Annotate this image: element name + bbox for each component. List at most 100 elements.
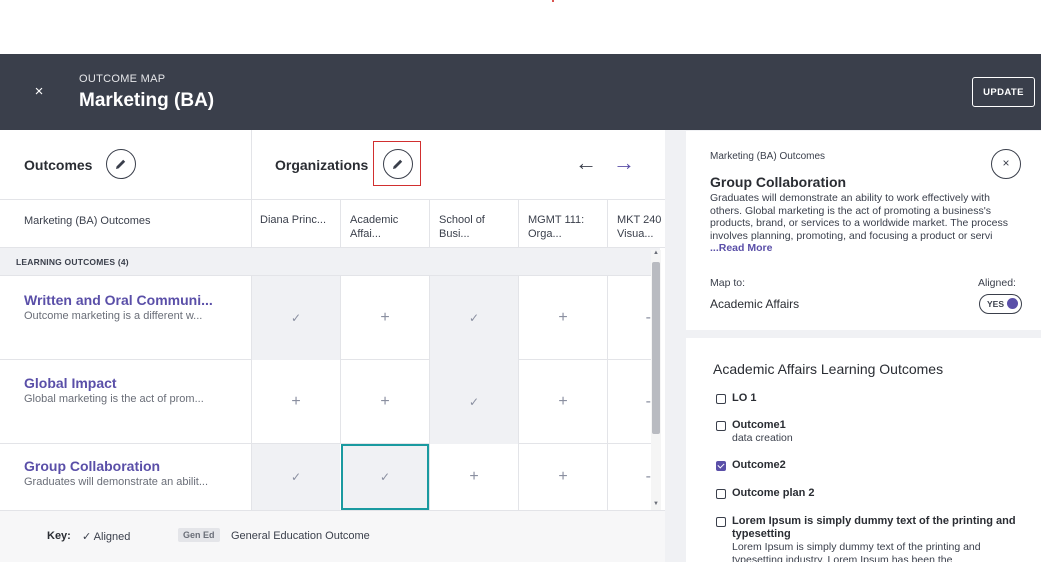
column-header-label: Diana Princ... [260, 214, 327, 226]
map-cell[interactable]: + [429, 444, 518, 510]
map-cell[interactable]: + [518, 276, 607, 360]
organizations-heading: Organizations [275, 157, 369, 173]
plus-icon: + [380, 309, 390, 326]
checkmark-icon: ✓ [290, 470, 302, 484]
key-aligned: ✓ Aligned [82, 531, 131, 543]
column-header-label: MKT 240 Visua... [617, 214, 662, 240]
close-icon[interactable]: × [30, 83, 48, 101]
column-header-org[interactable]: Diana Princ... [251, 200, 340, 248]
map-cell[interactable]: - [607, 444, 651, 510]
aligned-label: Aligned: [978, 277, 1016, 289]
checkbox[interactable] [716, 394, 726, 404]
scroll-up-icon[interactable]: ▲ [653, 250, 659, 256]
map-cell[interactable]: + [518, 360, 607, 444]
plus-icon: + [469, 468, 479, 485]
page-eyebrow: OUTCOME MAP [79, 73, 166, 85]
checkmark-icon: ✓ [379, 470, 391, 484]
scroll-down-icon[interactable]: ▼ [653, 501, 659, 507]
column-header-label: School of Busi... [439, 214, 485, 240]
outcomes-heading: Outcomes [24, 157, 93, 173]
map-cell[interactable]: + [518, 444, 607, 510]
column-header-org[interactable]: Academic Affai... [340, 200, 429, 248]
toggle-label: YES [987, 299, 1005, 309]
map-cell[interactable]: + [251, 360, 340, 444]
toggle-knob [1007, 298, 1018, 309]
section-header-learning-outcomes: LEARNING OUTCOMES (4) [0, 248, 660, 276]
map-cell[interactable]: ✓ [429, 360, 518, 444]
column-header-org[interactable]: School of Busi... [429, 200, 518, 248]
arrow-left-icon[interactable]: ← [575, 150, 597, 176]
checkbox[interactable] [716, 421, 726, 431]
pencil-icon [116, 159, 126, 169]
map-cell[interactable]: + [340, 276, 429, 360]
plus-icon: + [558, 393, 568, 410]
map-to-label: Map to: [710, 277, 746, 289]
key-label: Key: [47, 530, 71, 542]
list-item-title: Outcome1 [732, 419, 786, 431]
column-header-outcomes: Marketing (BA) Outcomes [0, 200, 251, 248]
map-cell[interactable]: - [607, 360, 651, 444]
plus-icon: + [558, 309, 568, 326]
checkbox[interactable] [716, 489, 726, 499]
map-cell[interactable]: ✓ [251, 444, 340, 510]
plus-icon: + [291, 393, 301, 410]
gen-ed-badge: Gen Ed [178, 528, 220, 542]
checkbox[interactable] [716, 517, 726, 527]
list-item-title: Outcome2 [732, 459, 786, 471]
list-item[interactable]: Outcome2 [716, 459, 786, 472]
detail-eyebrow: Marketing (BA) Outcomes [710, 151, 826, 162]
list-item-title: LO 1 [732, 392, 757, 404]
page-title: Marketing (BA) [79, 90, 215, 111]
column-header-label: MGMT 111: Orga... [528, 214, 585, 240]
close-icon[interactable]: × [991, 149, 1021, 179]
map-to-org: Academic Affairs [710, 297, 800, 311]
list-item[interactable]: Lorem Ipsum is simply dummy text of the … [716, 515, 1022, 562]
plus-icon: + [558, 468, 568, 485]
top-bar: × OUTCOME MAP Marketing (BA) UPDATE [0, 54, 1041, 130]
list-item-description: Lorem Ipsum is simply dummy text of the … [732, 541, 981, 562]
table-row: Written and Oral Communi... Outcome mark… [0, 276, 660, 360]
outcome-title[interactable]: Group Collaboration [24, 458, 160, 474]
outcome-description: Global marketing is the act of prom... [24, 393, 204, 405]
map-cell[interactable]: - [607, 276, 651, 360]
aligned-toggle[interactable]: YES [979, 294, 1022, 314]
outcome-description: Graduates will demonstrate an abilit... [24, 476, 209, 488]
read-more-link[interactable]: ...Read More [710, 242, 772, 254]
scrollbar-thumb[interactable] [652, 262, 660, 434]
column-header-org[interactable]: MKT 240 Visua... [607, 200, 665, 248]
detail-body-text: Graduates will demonstrate an ability to… [710, 192, 1009, 242]
detail-title: Group Collaboration [710, 174, 847, 190]
list-item-title: Lorem Ipsum is simply dummy text of the … [732, 515, 1016, 540]
checkmark-icon: ✓ [468, 395, 480, 409]
column-header-label: Marketing (BA) Outcomes [24, 215, 151, 227]
highlight-box [373, 141, 421, 186]
section-label: LEARNING OUTCOMES (4) [16, 257, 129, 267]
org-outcomes-card: Academic Affairs Learning Outcomes LO 1 … [686, 338, 1041, 562]
outcome-title[interactable]: Written and Oral Communi... [24, 292, 213, 308]
table-row: Global Impact Global marketing is the ac… [0, 360, 660, 444]
update-button[interactable]: UPDATE [972, 77, 1035, 107]
list-item[interactable]: Outcome plan 2 [716, 487, 815, 500]
map-cell[interactable]: + [340, 360, 429, 444]
arrow-right-icon[interactable]: → [613, 150, 635, 176]
detail-body: Graduates will demonstrate an ability to… [710, 192, 1020, 255]
plus-icon: + [380, 393, 390, 410]
table-row: Group Collaboration Graduates will demon… [0, 444, 660, 510]
list-item[interactable]: LO 1 [716, 392, 756, 405]
column-header-org[interactable]: MGMT 111: Orga... [518, 200, 607, 248]
column-header-label: Academic Affai... [350, 214, 399, 240]
map-cell[interactable]: ✓ [429, 276, 518, 360]
edit-outcomes-button[interactable] [106, 149, 136, 179]
map-cell[interactable]: ✓ [251, 276, 340, 360]
list-item[interactable]: Outcome1 data creation [716, 419, 793, 445]
map-cell-selected[interactable]: ✓ [341, 444, 429, 510]
list-item-title: Outcome plan 2 [732, 487, 815, 499]
outcome-title[interactable]: Global Impact [24, 375, 117, 391]
gen-ed-description: General Education Outcome [231, 530, 370, 542]
list-item-description: data creation [732, 432, 793, 444]
checkmark-icon: ✓ [290, 311, 302, 325]
red-dot-marker [552, 0, 554, 2]
outcome-description: Outcome marketing is a different w... [24, 310, 203, 322]
checkbox-checked[interactable] [716, 461, 726, 471]
org-outcomes-title: Academic Affairs Learning Outcomes [713, 361, 944, 377]
